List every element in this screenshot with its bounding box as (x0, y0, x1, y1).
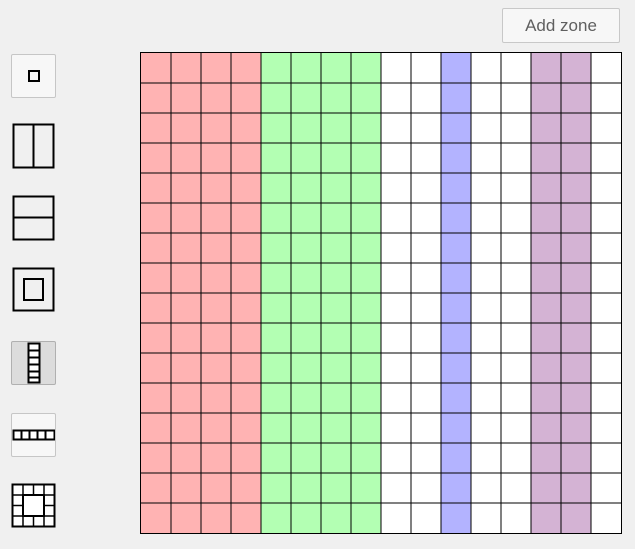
border-ring-layout-button[interactable] (11, 483, 56, 528)
add-zone-button[interactable]: Add zone (502, 8, 620, 43)
zone-grid-canvas[interactable] (141, 53, 621, 533)
vertical-strip-layout-button[interactable] (11, 341, 56, 385)
nested-frame-layout-button[interactable] (11, 267, 56, 312)
single-cell-layout-button[interactable] (11, 54, 56, 98)
single-cell-layout-icon (27, 70, 40, 82)
nested-frame-layout-icon (12, 267, 54, 312)
zone-grid[interactable] (140, 52, 622, 534)
two-columns-layout-button[interactable] (11, 123, 56, 169)
two-rows-layout-icon (12, 195, 54, 241)
horizontal-strip-layout-button[interactable] (11, 413, 56, 457)
two-rows-layout-button[interactable] (11, 195, 56, 241)
two-columns-layout-icon (12, 123, 54, 169)
horizontal-strip-layout-icon (12, 429, 55, 441)
vertical-strip-layout-icon (27, 342, 40, 384)
border-ring-layout-icon (11, 483, 56, 528)
